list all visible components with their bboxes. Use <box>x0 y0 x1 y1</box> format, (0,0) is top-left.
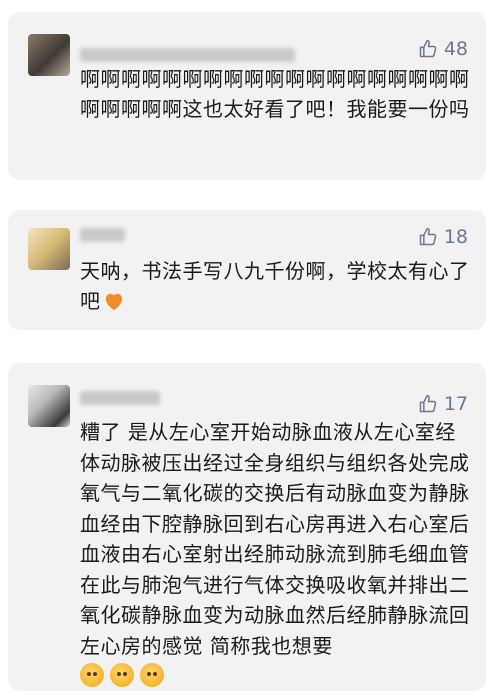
comment-text: 糟了 是从左心室开始动脉血液从左心室经体动脉被压出经过全身组织与组织各处完成氧气… <box>80 420 470 658</box>
like-count: 18 <box>443 226 468 248</box>
comment-text-container: 天呐，书法手写八九千份啊，学校太有心了吧 <box>80 256 472 316</box>
pleading-face-icon <box>80 663 104 687</box>
pleading-face-icon <box>110 663 134 687</box>
avatar[interactable] <box>28 385 70 427</box>
comment-card: ████████████ 48 啊啊啊啊啊啊啊啊啊啊啊啊啊啊啊啊啊啊啊啊啊啊啊啊… <box>8 12 486 180</box>
username[interactable]: ██ <box>80 228 125 242</box>
orange-heart-icon <box>105 293 122 311</box>
like-button[interactable]: 17 <box>418 393 468 415</box>
thumbs-up-icon <box>419 227 437 246</box>
like-count: 17 <box>443 393 468 415</box>
comment-card: █████ 17 糟了 是从左心室开始动脉血液从左心室经体动脉被压出经过全身组织… <box>8 363 486 691</box>
avatar[interactable] <box>28 228 70 270</box>
comment-text-container: 糟了 是从左心室开始动脉血液从左心室经体动脉被压出经过全身组织与组织各处完成氧气… <box>80 417 472 692</box>
pleading-face-icon <box>140 663 164 687</box>
comment-text: 天呐，书法手写八九千份啊，学校太有心了吧 <box>80 259 470 313</box>
thumbs-up-icon <box>419 394 437 413</box>
like-count: 48 <box>443 38 468 60</box>
username[interactable]: █████ <box>80 391 160 405</box>
comment-text: 啊啊啊啊啊啊啊啊啊啊啊啊啊啊啊啊啊啊啊啊啊啊啊啊这也太好看了吧！我能要一份吗 <box>80 67 470 121</box>
like-button[interactable]: 48 <box>418 38 468 60</box>
username[interactable]: ████████████ <box>80 48 295 62</box>
avatar[interactable] <box>28 34 70 76</box>
thumbs-up-icon <box>419 39 437 58</box>
emoji-row <box>80 663 164 687</box>
like-button[interactable]: 18 <box>418 226 468 248</box>
comment-card: ██ 18 天呐，书法手写八九千份啊，学校太有心了吧 <box>8 210 486 330</box>
